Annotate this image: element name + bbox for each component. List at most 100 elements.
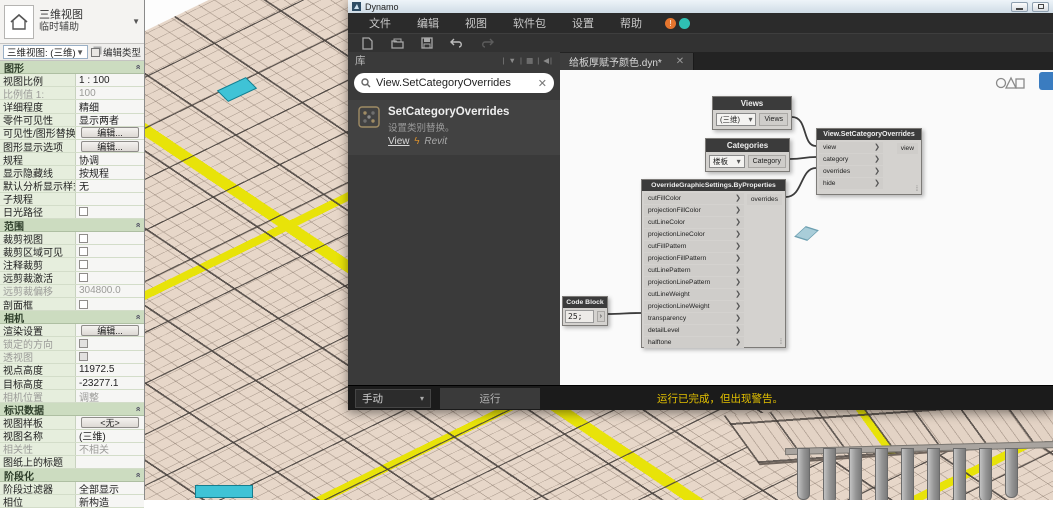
menu-0[interactable]: 文件 <box>356 15 404 31</box>
search-input[interactable] <box>376 77 533 89</box>
property-value[interactable] <box>76 245 144 257</box>
input-port-projectionLinePattern[interactable]: projectionLinePattern❯ <box>644 277 744 288</box>
workspace-tab[interactable]: 给板厚赋予颜色.dyn* ✕ <box>560 53 694 70</box>
property-value[interactable]: 按规程 <box>76 166 144 178</box>
status-ok-icon[interactable] <box>679 18 690 29</box>
property-checkbox[interactable] <box>79 352 88 361</box>
property-value[interactable]: 显示两者 <box>76 114 144 126</box>
property-value[interactable]: 精细 <box>76 100 144 112</box>
property-value[interactable]: 无 <box>76 180 144 192</box>
filter-icon[interactable]: | ▼ <box>503 56 521 65</box>
property-value[interactable] <box>76 351 144 363</box>
property-value[interactable]: (三维) <box>76 430 144 442</box>
node-override-graphic-settings[interactable]: OverrideGraphicSettings.ByProperties cut… <box>641 179 786 348</box>
property-edit-button[interactable]: <无> <box>81 417 138 428</box>
property-value[interactable] <box>76 232 144 244</box>
type-dropdown-arrow-icon[interactable]: ▼ <box>132 17 140 26</box>
property-value[interactable]: 编辑... <box>76 324 144 336</box>
run-button[interactable]: 运行 <box>440 388 540 409</box>
clear-search-icon[interactable]: ✕ <box>538 77 547 90</box>
property-edit-button[interactable]: 编辑... <box>81 127 138 138</box>
open-file-icon[interactable] <box>390 36 404 50</box>
input-port-projectionFillPattern[interactable]: projectionFillPattern❯ <box>644 253 744 264</box>
menu-1[interactable]: 编辑 <box>404 15 452 31</box>
library-search-result[interactable]: SetCategoryOverrides 设置类别替换。 View ϟ Revi… <box>348 100 560 155</box>
property-edit-button[interactable]: 编辑... <box>81 325 138 336</box>
redo-icon[interactable] <box>480 36 494 50</box>
library-search-box[interactable]: ✕ <box>354 73 554 93</box>
dynamo-canvas[interactable]: Views (三维)▾ Views Categories 楼板▾ Categor… <box>560 70 1053 385</box>
maximize-button[interactable] <box>1032 2 1049 12</box>
property-checkbox[interactable] <box>79 339 88 348</box>
property-value[interactable] <box>76 298 144 310</box>
property-checkbox[interactable] <box>79 207 88 216</box>
input-port-category[interactable]: category❯ <box>819 154 883 165</box>
property-value[interactable]: 1 : 100 <box>76 74 144 86</box>
categories-dropdown[interactable]: 楼板▾ <box>709 155 745 168</box>
geometry-shapes-icon[interactable] <box>995 74 1025 90</box>
property-value[interactable]: 新构造 <box>76 495 144 507</box>
collapse-panel-icon[interactable]: | ◀| <box>537 56 553 65</box>
property-checkbox[interactable] <box>79 247 88 256</box>
dynamo-titlebar[interactable]: Dynamo <box>348 0 1053 13</box>
input-port-projectionLineWeight[interactable]: projectionLineWeight❯ <box>644 301 744 312</box>
property-value[interactable]: <无> <box>76 416 144 428</box>
property-value[interactable]: 编辑... <box>76 140 144 152</box>
input-port-detailLevel[interactable]: detailLevel❯ <box>644 325 744 336</box>
save-icon[interactable] <box>420 36 434 50</box>
property-edit-button[interactable]: 编辑... <box>81 141 138 152</box>
view-output-port[interactable]: view <box>897 143 918 154</box>
undo-icon[interactable] <box>450 36 464 50</box>
section-header[interactable]: 范围» <box>0 219 144 232</box>
property-checkbox[interactable] <box>79 260 88 269</box>
section-header[interactable]: 图形» <box>0 61 144 74</box>
result-category-link[interactable]: View <box>388 136 410 147</box>
new-file-icon[interactable] <box>360 36 374 50</box>
property-value[interactable] <box>76 272 144 284</box>
section-header[interactable]: 相机» <box>0 311 144 324</box>
node-categories[interactable]: Categories 楼板▾ Category <box>705 138 790 172</box>
node-set-category-overrides[interactable]: View.SetCategoryOverrides view❯category❯… <box>816 128 922 195</box>
property-value[interactable]: -23277.1 <box>76 377 144 389</box>
input-port-projectionLineColor[interactable]: projectionLineColor❯ <box>644 229 744 240</box>
views-output-port[interactable]: Views <box>759 113 788 126</box>
property-value[interactable]: 调整 <box>76 390 144 402</box>
property-value[interactable] <box>76 206 144 218</box>
input-port-cutFillPattern[interactable]: cutFillPattern❯ <box>644 241 744 252</box>
property-value[interactable]: 全部显示 <box>76 482 144 494</box>
minimize-button[interactable] <box>1011 2 1028 12</box>
property-value[interactable] <box>76 456 144 468</box>
property-checkbox[interactable] <box>79 300 88 309</box>
property-value[interactable]: 11972.5 <box>76 364 144 376</box>
menu-4[interactable]: 设置 <box>559 15 607 31</box>
code-output-port[interactable]: › <box>597 311 605 322</box>
input-port-transparency[interactable]: transparency❯ <box>644 313 744 324</box>
property-value[interactable]: 304800.0 <box>76 285 144 297</box>
input-port-projectionFillColor[interactable]: projectionFillColor❯ <box>644 205 744 216</box>
property-value[interactable] <box>76 337 144 349</box>
menu-3[interactable]: 软件包 <box>500 15 559 31</box>
tab-close-icon[interactable]: ✕ <box>676 56 684 67</box>
code-block-input[interactable]: 25; <box>565 310 594 323</box>
input-port-overrides[interactable]: overrides❯ <box>819 166 883 177</box>
view-instance-select[interactable]: 三维视图: (三维) ▼ <box>3 45 88 59</box>
input-port-cutFillColor[interactable]: cutFillColor❯ <box>644 193 744 204</box>
menu-5[interactable]: 帮助 <box>607 15 655 31</box>
notification-warning-icon[interactable]: ! <box>665 18 676 29</box>
property-value[interactable] <box>76 193 144 205</box>
categories-output-port[interactable]: Category <box>748 155 786 168</box>
node-views[interactable]: Views (三维)▾ Views <box>712 96 792 130</box>
property-checkbox[interactable] <box>79 234 88 243</box>
run-mode-select[interactable]: 手动 ▾ <box>355 389 431 408</box>
node-code-block[interactable]: Code Block 25; › <box>562 296 608 326</box>
preview-mode-icon[interactable] <box>1039 72 1053 90</box>
grid-view-icon[interactable]: | ▦ <box>520 56 537 65</box>
property-value[interactable]: 编辑... <box>76 127 144 139</box>
section-header[interactable]: 标识数据» <box>0 403 144 416</box>
input-port-view[interactable]: view❯ <box>819 142 883 153</box>
property-value[interactable]: 100 <box>76 87 144 99</box>
property-value[interactable]: 协调 <box>76 153 144 165</box>
menu-2[interactable]: 视图 <box>452 15 500 31</box>
input-port-halftone[interactable]: halftone❯ <box>644 337 744 348</box>
section-header[interactable]: 阶段化» <box>0 469 144 482</box>
